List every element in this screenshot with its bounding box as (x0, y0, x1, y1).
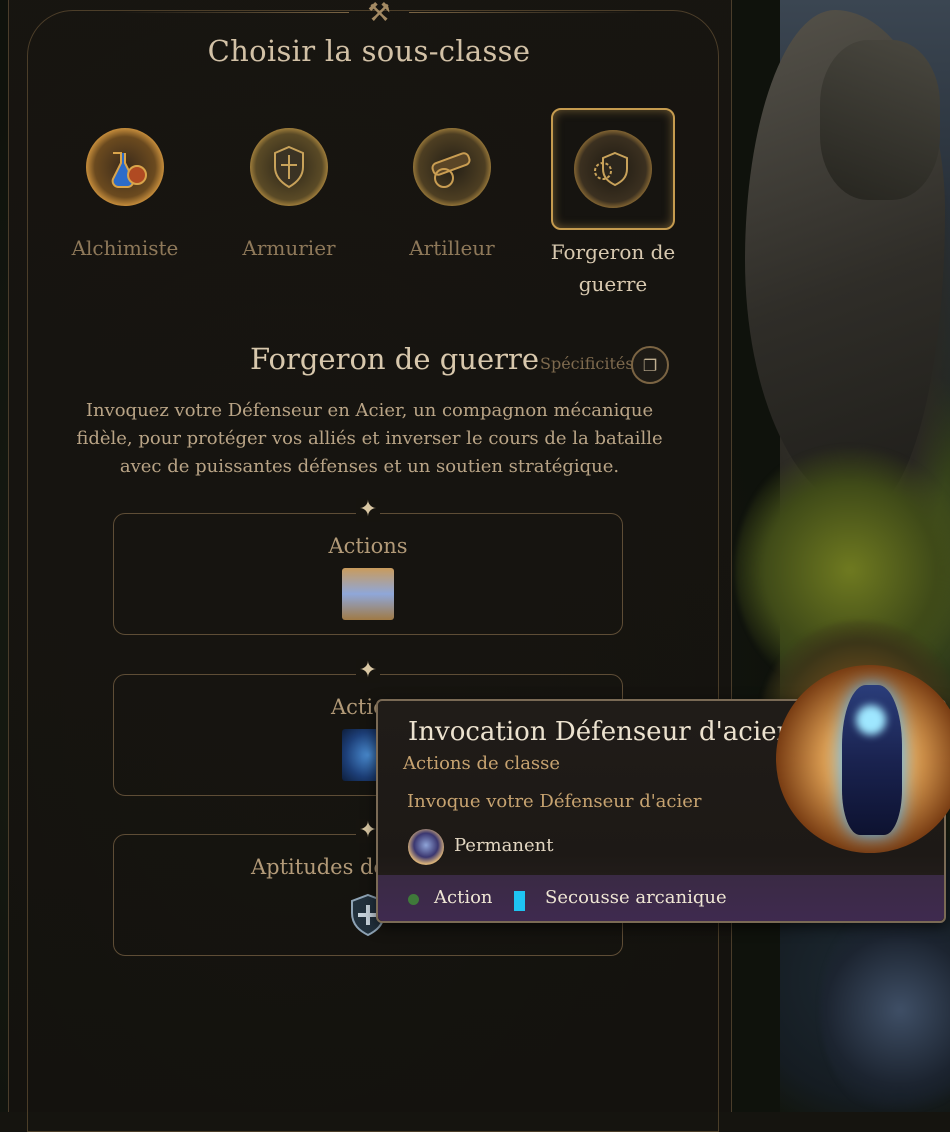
tooltip-title: Invocation Défenseur d'acier (408, 717, 789, 747)
flowers (820, 900, 950, 1112)
subclass-forgeron-de-guerre[interactable]: Forgeron de guerre (538, 108, 688, 300)
tooltip-duration: Permanent (454, 835, 554, 856)
page-title: Choisir la sous-classe (207, 34, 531, 68)
action-dot-icon (408, 894, 419, 905)
star-ornament-icon: ✦ (356, 498, 380, 522)
steel-defender-action-icon[interactable] (342, 568, 394, 620)
subclass-label: Alchimiste (71, 236, 179, 260)
subclass-alchimiste[interactable]: Alchimiste (50, 108, 200, 264)
subclass-label: Armurier (242, 236, 336, 260)
section-title: Actions (328, 534, 408, 558)
steel-defender-portrait (776, 665, 950, 853)
subclass-name: Forgeron de guerre (250, 342, 540, 376)
divider (119, 12, 349, 13)
actions-section: ✦ Actions (113, 498, 623, 635)
tooltip-category: Actions de classe (403, 753, 561, 774)
specs-label: Spécificités (540, 354, 634, 373)
statue-head (820, 40, 940, 200)
subclass-artilleur[interactable]: Artilleur (377, 108, 527, 264)
divider (409, 12, 639, 13)
star-ornament-icon: ✦ (356, 659, 380, 683)
arcane-resource-icon (514, 891, 525, 911)
duration-icon (408, 829, 444, 865)
copy-icon: ❐ (642, 355, 658, 375)
subclass-label: Forgeron de guerre (550, 240, 676, 296)
subclass-armurier[interactable]: Armurier (214, 108, 364, 264)
subclass-description: Invoquez votre Défenseur en Acier, un co… (76, 400, 663, 477)
tooltip-description: Invoque votre Défenseur d'acier (407, 791, 702, 812)
hammer-crest-icon: ⚒ (367, 0, 391, 28)
cost-action: Action (434, 887, 493, 908)
cannon-icon (413, 128, 491, 206)
potion-icon (86, 128, 164, 206)
subclass-label: Artilleur (409, 236, 495, 260)
cost-resource: Secousse arcanique (545, 887, 727, 908)
shield-gear-icon (574, 130, 652, 208)
defender-glow (856, 705, 886, 735)
specs-button[interactable]: ❐ (631, 346, 669, 384)
cost-bar: Action Secousse arcanique (378, 875, 944, 921)
armor-icon (250, 128, 328, 206)
